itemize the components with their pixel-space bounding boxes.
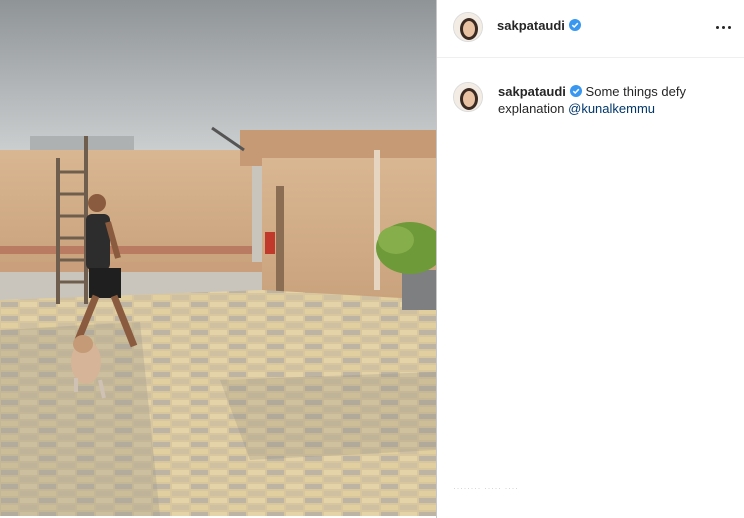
more-options-icon-dot <box>721 25 725 29</box>
rooftop-video-frame <box>0 0 436 516</box>
more-options-button[interactable] <box>712 16 734 38</box>
faded-footer-text: ········ ····· ···· <box>453 483 519 493</box>
verified-badge-icon <box>568 19 581 31</box>
more-options-icon-dot <box>727 25 731 29</box>
author-username[interactable]: sakpataudi <box>497 18 581 33</box>
caption-avatar[interactable] <box>453 82 483 112</box>
avatar-image <box>454 83 482 111</box>
avatar-image <box>454 13 482 41</box>
caption-username[interactable]: sakpataudi <box>498 84 566 99</box>
verified-badge-icon <box>569 85 582 97</box>
caption-mention-link[interactable]: @kunalkemmu <box>568 101 655 116</box>
more-options-icon <box>715 25 719 29</box>
post-header: sakpataudi <box>437 0 744 58</box>
post-video[interactable] <box>0 0 436 516</box>
caption-text: sakpataudi Some things defy explanation … <box>498 83 728 117</box>
profile-avatar[interactable] <box>453 12 483 42</box>
author-username-text: sakpataudi <box>497 18 565 33</box>
post-side-panel: sakpataudi sakpataudi Some things defy e… <box>437 0 744 518</box>
instagram-post: sakpataudi sakpataudi Some things defy e… <box>0 0 744 518</box>
